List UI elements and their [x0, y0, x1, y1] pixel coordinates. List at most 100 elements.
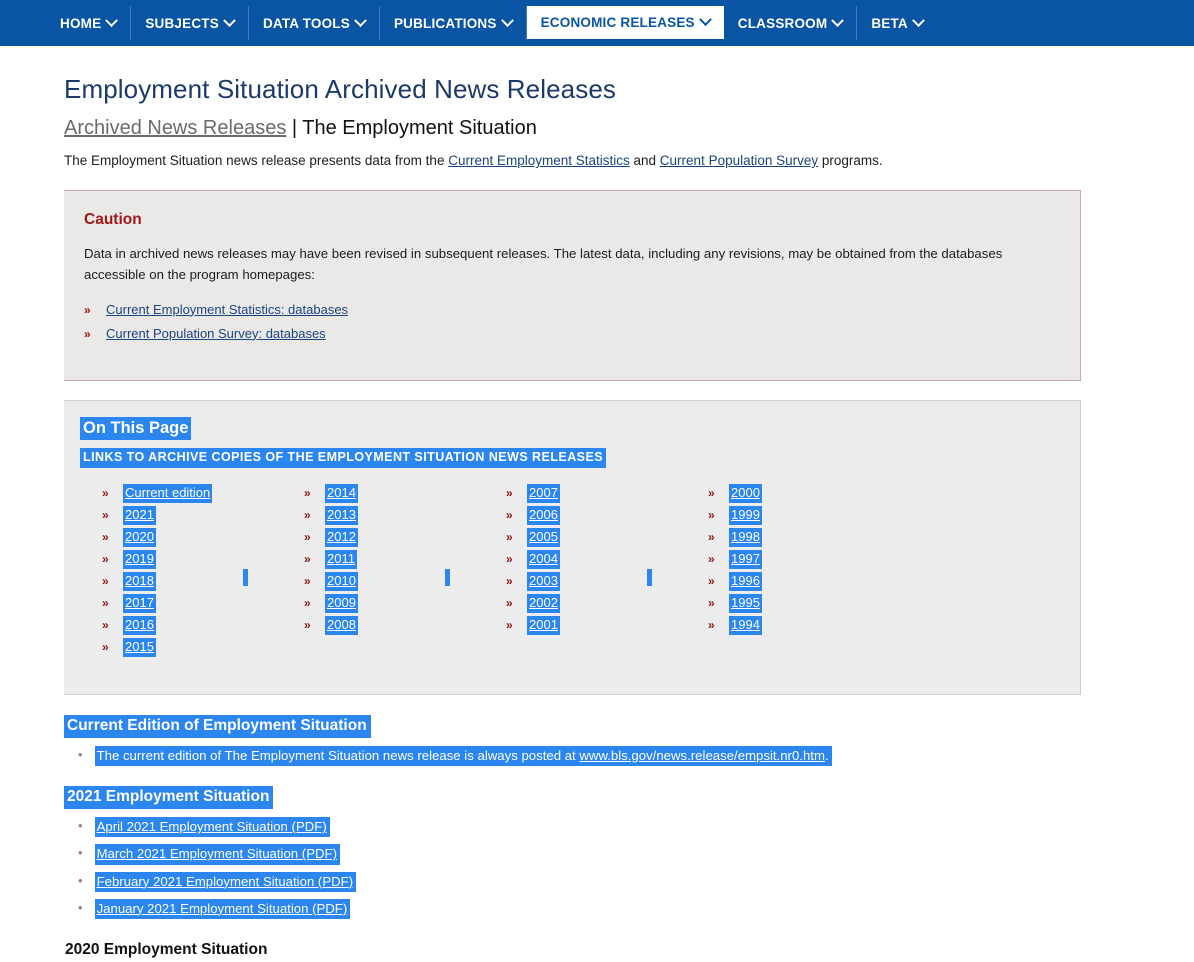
list-item: » 2017	[102, 593, 282, 616]
year-link-columns: » Current edition » 2021 » 2020 » 2019 » 2018…	[80, 483, 1060, 660]
main-navigation: HOME SUBJECTS DATA TOOLS PUBLICATIONS EC…	[0, 0, 1194, 46]
bullet-icon: •	[78, 818, 83, 834]
link-year-2002[interactable]: 2002	[527, 593, 560, 613]
link-year-2003[interactable]: 2003	[527, 571, 560, 591]
double-chevron-icon: »	[304, 573, 311, 588]
link-year-2005[interactable]: 2005	[527, 527, 560, 547]
link-ces-databases[interactable]: Current Employment Statistics: databases	[106, 302, 348, 317]
double-chevron-icon: »	[102, 507, 109, 522]
list-item: » 2005	[506, 527, 686, 550]
list-item: » 2007	[506, 483, 686, 506]
link-march-2021-pdf[interactable]: March 2021 Employment Situation (PDF)	[94, 844, 340, 865]
list-item: • February 2021 Employment Situation (PD…	[78, 871, 1130, 892]
caution-title: Caution	[84, 211, 142, 228]
double-chevron-icon: »	[84, 302, 91, 317]
bullet-icon: •	[78, 899, 83, 915]
link-year-2014[interactable]: 2014	[325, 483, 358, 503]
caution-panel: Caution Data in archived news releases m…	[64, 190, 1081, 381]
list-item: » 1995	[708, 593, 888, 616]
double-chevron-icon: »	[102, 595, 109, 610]
link-year-1997[interactable]: 1997	[729, 549, 762, 569]
list-item: » Current Population Survey: databases	[84, 326, 1056, 341]
on-this-page-title: On This Page	[80, 416, 192, 441]
current-edition-list: • The current edition of The Employment …	[64, 745, 1130, 767]
caution-links-list: » Current Employment Statistics: databas…	[84, 302, 1056, 341]
link-february-2021-pdf[interactable]: February 2021 Employment Situation (PDF)	[94, 871, 357, 892]
link-year-2009[interactable]: 2009	[325, 593, 358, 613]
link-january-2021-pdf[interactable]: January 2021 Employment Situation (PDF)	[94, 898, 351, 919]
list-item: » 2014	[304, 483, 484, 506]
link-year-2018[interactable]: 2018	[123, 571, 156, 591]
double-chevron-icon: »	[708, 551, 715, 566]
link-april-2021-pdf[interactable]: April 2021 Employment Situation (PDF)	[94, 817, 330, 838]
link-current-population-survey[interactable]: Current Population Survey	[660, 153, 818, 168]
nav-item-label: DATA TOOLS	[262, 15, 350, 31]
chevron-down-icon	[831, 13, 845, 27]
link-year-2004[interactable]: 2004	[527, 549, 560, 569]
link-year-1994[interactable]: 1994	[729, 615, 762, 635]
section-current-edition: Current Edition of Employment Situation …	[64, 714, 1130, 767]
double-chevron-icon: »	[304, 529, 311, 544]
nav-item-home[interactable]: HOME	[46, 6, 132, 40]
bullet-icon: •	[78, 845, 83, 861]
link-year-1998[interactable]: 1998	[729, 527, 762, 547]
link-year-2013[interactable]: 2013	[325, 505, 358, 525]
double-chevron-icon: »	[304, 507, 311, 522]
nav-item-subjects[interactable]: SUBJECTS	[131, 6, 249, 40]
nav-item-data-tools[interactable]: DATA TOOLS	[249, 6, 380, 40]
link-year-2021[interactable]: 2021	[123, 505, 156, 525]
list-item: » 2003	[506, 571, 686, 594]
nav-item-economic-releases[interactable]: ECONOMIC RELEASES	[526, 6, 724, 39]
link-year-1995[interactable]: 1995	[729, 593, 762, 613]
double-chevron-icon: »	[708, 529, 715, 544]
chevron-down-icon	[223, 13, 236, 27]
year-list: » 2000 » 1999 » 1998 » 1997 » 1996 » 1995 » 199…	[686, 483, 888, 638]
link-year-2016[interactable]: 2016	[123, 615, 156, 635]
double-chevron-icon: »	[102, 551, 109, 566]
link-year-2007[interactable]: 2007	[527, 483, 560, 503]
double-chevron-icon: »	[304, 485, 311, 500]
link-current-employment-statistics[interactable]: Current Employment Statistics	[448, 153, 630, 168]
year-column-4: » 2000 » 1999 » 1998 » 1997 » 1996 » 1995 » 199…	[686, 483, 888, 660]
nav-item-label: SUBJECTS	[145, 15, 219, 31]
link-year-2017[interactable]: 2017	[123, 593, 156, 613]
double-chevron-icon: »	[708, 617, 715, 632]
nav-item-classroom[interactable]: CLASSROOM	[724, 6, 858, 40]
link-year-2020[interactable]: 2020	[123, 527, 156, 547]
nav-item-beta[interactable]: BETA	[857, 6, 937, 40]
link-year-2019[interactable]: 2019	[123, 549, 156, 569]
double-chevron-icon: »	[84, 326, 91, 341]
double-chevron-icon: »	[506, 485, 513, 500]
nav-item-label: ECONOMIC RELEASES	[540, 15, 695, 30]
list-item: • January 2021 Employment Situation (PDF…	[78, 898, 1130, 919]
link-year-2011[interactable]: 2011	[325, 549, 357, 569]
list-item: » 2020	[102, 527, 282, 550]
chevron-down-icon	[500, 13, 514, 27]
nav-item-label: PUBLICATIONS	[393, 15, 497, 31]
current-edition-url[interactable]: www.bls.gov/news.release/empsit.nr0.htm	[579, 748, 825, 763]
list-item: • April 2021 Employment Situation (PDF)	[78, 817, 1130, 838]
link-year-1996[interactable]: 1996	[729, 571, 762, 591]
link-year-2010[interactable]: 2010	[325, 571, 358, 591]
double-chevron-icon: »	[102, 529, 109, 544]
list-item: » 1999	[708, 505, 888, 528]
double-chevron-icon: »	[708, 507, 715, 522]
nav-item-label: BETA	[871, 15, 908, 31]
link-year-1999[interactable]: 1999	[729, 505, 762, 525]
list-item: » 2018	[102, 571, 282, 594]
double-chevron-icon: »	[102, 573, 109, 588]
link-year-2001[interactable]: 2001	[527, 615, 560, 635]
link-year-2012[interactable]: 2012	[325, 527, 358, 547]
link-year-2006[interactable]: 2006	[527, 505, 560, 525]
link-year-2000[interactable]: 2000	[729, 483, 762, 503]
double-chevron-icon: »	[304, 551, 311, 566]
link-current-edition[interactable]: Current edition	[123, 483, 213, 503]
breadcrumb-separator: |	[286, 117, 303, 139]
nav-underline	[0, 46, 1194, 52]
link-year-2008[interactable]: 2008	[325, 615, 358, 635]
breadcrumb-link-archived-news-releases[interactable]: Archived News Releases	[64, 117, 286, 139]
link-cps-databases[interactable]: Current Population Survey: databases	[106, 326, 326, 341]
nav-item-publications[interactable]: PUBLICATIONS	[380, 6, 527, 40]
link-year-2015[interactable]: 2015	[123, 637, 156, 657]
double-chevron-icon: »	[102, 617, 109, 632]
